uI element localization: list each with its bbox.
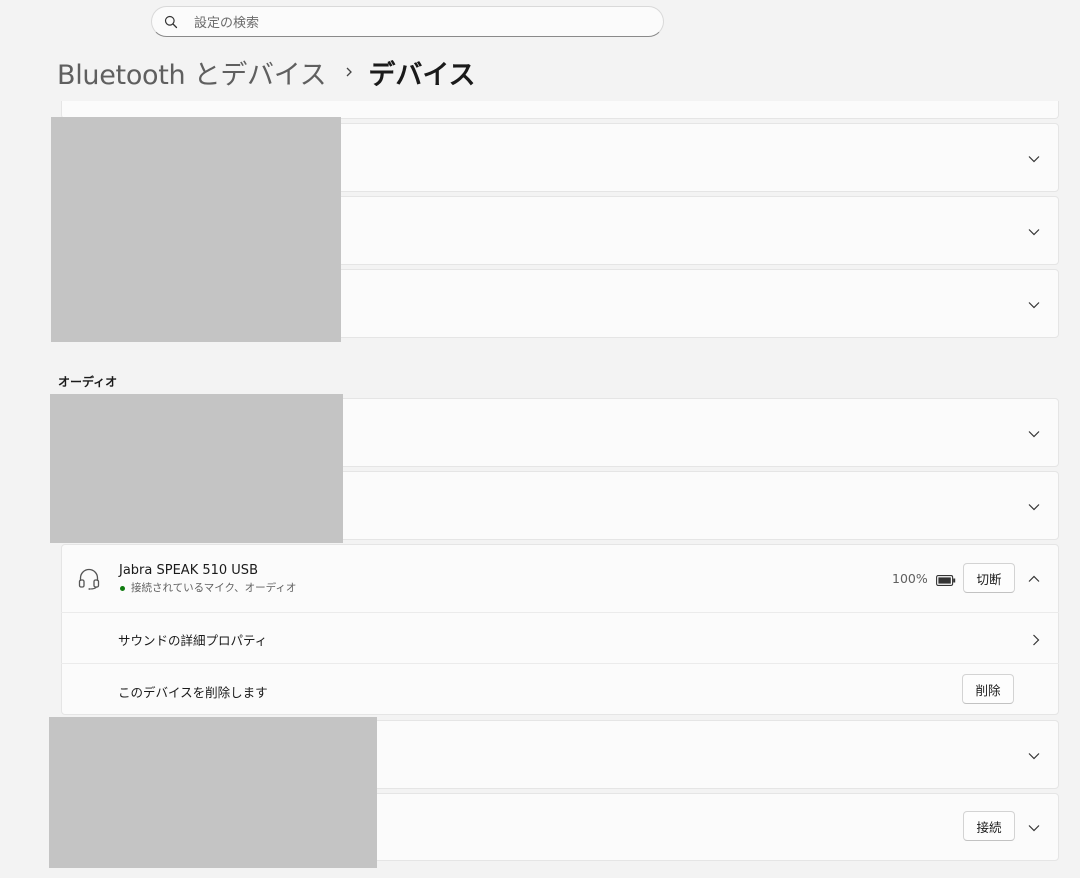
disconnect-button[interactable]: 切断: [963, 563, 1015, 593]
audio-section-heading: オーディオ: [58, 375, 118, 389]
search-icon: [164, 15, 178, 29]
breadcrumb-separator-icon: [344, 66, 354, 78]
chevron-down-icon[interactable]: [1027, 500, 1041, 514]
breadcrumb: Bluetooth とデバイス デバイス: [57, 52, 476, 92]
battery-percent: 100%: [892, 571, 928, 586]
redacted-area: [50, 394, 343, 543]
sound-properties-row[interactable]: サウンドの詳細プロパティ: [61, 613, 1059, 663]
chevron-down-icon[interactable]: [1027, 225, 1041, 239]
search-box[interactable]: [151, 6, 664, 37]
chevron-down-icon[interactable]: [1027, 821, 1041, 835]
chevron-down-icon[interactable]: [1027, 427, 1041, 441]
connect-button[interactable]: 接続: [963, 811, 1015, 841]
chevron-down-icon[interactable]: [1027, 298, 1041, 312]
remove-button[interactable]: 削除: [962, 674, 1014, 704]
device-status-text: 接続されているマイク、オーディオ: [131, 582, 297, 594]
headset-icon: [77, 566, 101, 594]
remove-device-row: このデバイスを削除します 削除: [61, 664, 1059, 714]
chevron-down-icon[interactable]: [1027, 152, 1041, 166]
chevron-down-icon[interactable]: [1027, 749, 1041, 763]
remove-device-label: このデバイスを削除します: [118, 685, 268, 700]
page-title: デバイス: [368, 59, 476, 91]
status-dot: [120, 586, 125, 591]
redacted-area: [51, 117, 341, 342]
sound-properties-label: サウンドの詳細プロパティ: [118, 633, 268, 648]
breadcrumb-parent-link[interactable]: Bluetooth とデバイス: [57, 53, 327, 92]
chevron-right-icon: [1032, 631, 1040, 650]
search-input[interactable]: [192, 11, 636, 35]
chevron-up-icon[interactable]: [1027, 572, 1041, 586]
battery-icon: [936, 571, 956, 590]
redacted-area: [49, 717, 377, 868]
device-name: Jabra SPEAK 510 USB: [119, 563, 258, 578]
